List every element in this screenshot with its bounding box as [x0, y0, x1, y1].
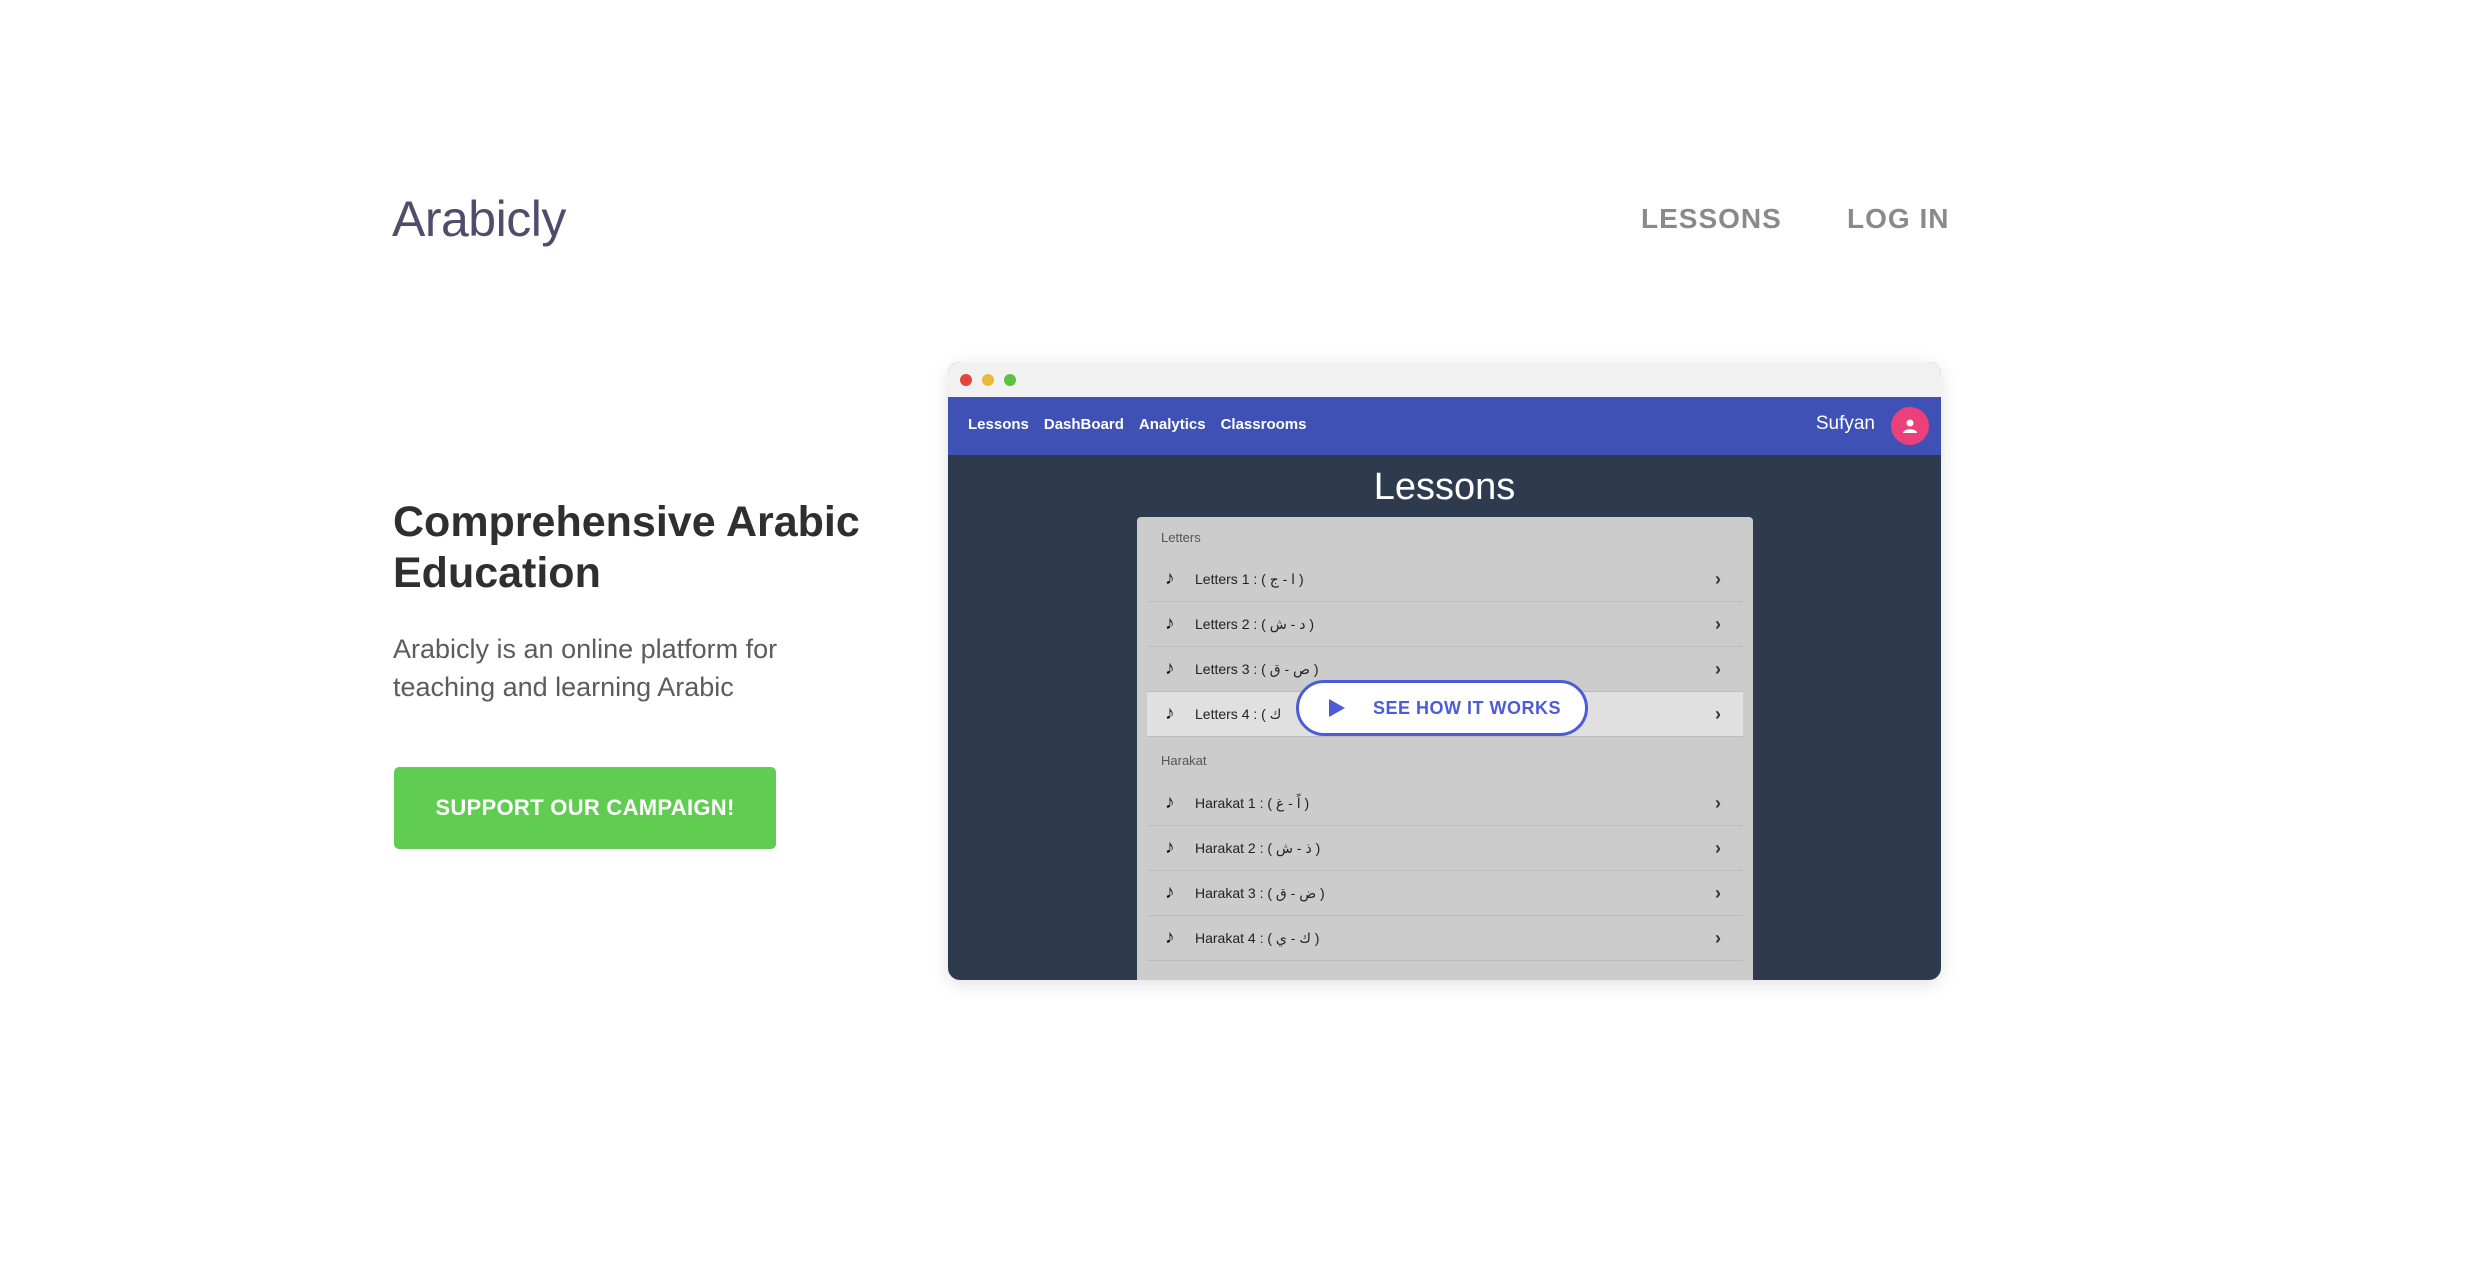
preview-nav-classrooms: Classrooms — [1220, 416, 1307, 433]
music-note-icon: ♪ — [1165, 703, 1175, 724]
lesson-row: ♪ Harakat 1 : ( اً - غ ) › — [1147, 781, 1743, 826]
preview-nav-lessons: Lessons — [968, 416, 1029, 433]
hero-headline: Comprehensive Arabic Education — [393, 498, 860, 597]
support-campaign-button[interactable]: SUPPORT OUR CAMPAIGN! — [394, 767, 776, 849]
nav-lessons-link[interactable]: LESSONS — [1641, 203, 1782, 235]
chevron-right-icon: › — [1715, 792, 1721, 813]
preview-page-title: Lessons — [1373, 466, 1516, 508]
close-dot-icon — [960, 374, 972, 386]
music-note-icon: ♪ — [1165, 568, 1175, 589]
music-note-icon: ♪ — [1165, 792, 1175, 813]
window-titlebar — [948, 362, 1941, 397]
music-note-icon: ♪ — [1165, 837, 1175, 858]
lesson-row-label: Harakat 3 : ( ض - ق ) — [1195, 884, 1325, 901]
lessons-card: Letters ♪ Letters 1 : ( ا - ج ) › ♪ Lett… — [1137, 517, 1753, 980]
lesson-row-label: Harakat 1 : ( اً - غ ) — [1195, 794, 1310, 811]
lesson-row-label: Letters 1 : ( ا - ج ) — [1195, 570, 1304, 587]
music-note-icon: ♪ — [1165, 658, 1175, 679]
preview-username: Sufyan — [1815, 413, 1875, 434]
chevron-right-icon: › — [1715, 837, 1721, 858]
lesson-row: ♪ Harakat 3 : ( ض - ق ) › — [1147, 871, 1743, 916]
lesson-row-label: Harakat 4 : ( ك - ي ) — [1195, 929, 1320, 946]
chevron-right-icon: › — [1715, 568, 1721, 589]
preview-nav-analytics: Analytics — [1138, 416, 1206, 433]
chevron-right-icon: › — [1715, 658, 1721, 679]
music-note-icon: ♪ — [1165, 927, 1175, 948]
lesson-row-label: Letters 4 : ( ك — [1195, 705, 1282, 722]
app-preview-window: Lessons DashBoard Analytics Classrooms S… — [948, 362, 1941, 980]
hero-description: Arabicly is an online platform for teach… — [393, 634, 778, 702]
music-note-icon: ♪ — [1165, 882, 1175, 903]
preview-navbar: Lessons DashBoard Analytics Classrooms S… — [948, 397, 1941, 455]
maximize-dot-icon — [1004, 374, 1016, 386]
minimize-dot-icon — [982, 374, 994, 386]
lesson-row: ♪ Harakat 4 : ( ك - ي ) › — [1147, 916, 1743, 961]
chevron-right-icon: › — [1715, 927, 1721, 948]
lesson-row-label: Letters 3 : ( ص - ق ) — [1195, 660, 1319, 677]
preview-nav-dashboard: DashBoard — [1043, 416, 1124, 433]
section-label-harakat: Harakat — [1161, 753, 1207, 768]
lesson-row: ♪ Letters 1 : ( ا - ج ) › — [1147, 557, 1743, 602]
chevron-right-icon: › — [1715, 613, 1721, 634]
lesson-row-label: Letters 2 : ( د - ش ) — [1195, 615, 1315, 632]
play-icon — [1329, 699, 1345, 717]
brand-logo[interactable]: Arabicly — [392, 190, 566, 248]
user-avatar-icon — [1891, 407, 1929, 445]
music-note-icon: ♪ — [1165, 613, 1175, 634]
lesson-row-label: Harakat 2 : ( ذ - ش ) — [1195, 839, 1321, 856]
see-how-it-works-button[interactable]: SEE HOW IT WORKS — [1296, 680, 1588, 736]
lesson-row: ♪ Harakat 2 : ( ذ - ش ) › — [1147, 826, 1743, 871]
chevron-right-icon: › — [1715, 703, 1721, 724]
section-label-letters: Letters — [1161, 530, 1201, 545]
chevron-right-icon: › — [1715, 882, 1721, 903]
see-how-it-works-label: SEE HOW IT WORKS — [1373, 697, 1561, 718]
nav-login-link[interactable]: LOG IN — [1847, 203, 1949, 235]
lesson-row: ♪ Letters 2 : ( د - ش ) › — [1147, 602, 1743, 647]
